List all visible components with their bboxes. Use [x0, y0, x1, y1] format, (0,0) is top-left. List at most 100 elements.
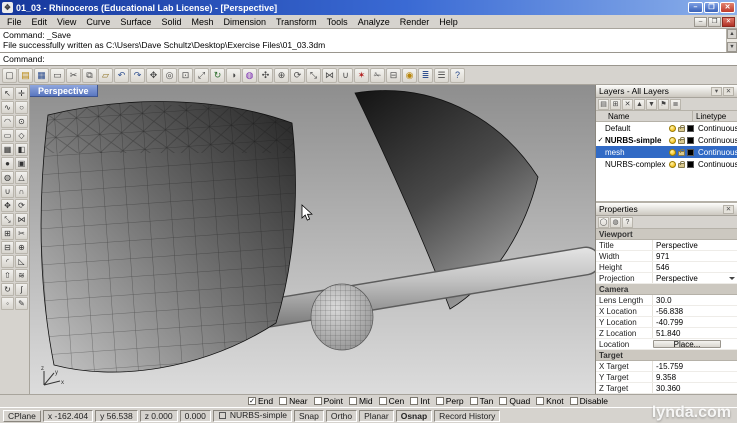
planar-toggle[interactable]: Planar: [359, 410, 394, 422]
layer-visibility-icon[interactable]: [669, 161, 676, 168]
maximize-button[interactable]: ❐: [704, 2, 719, 13]
layer-name[interactable]: NURBS-complex: [605, 160, 668, 169]
layer-lock-icon[interactable]: [678, 139, 685, 144]
move-up-icon[interactable]: ▲: [634, 99, 645, 110]
mirror-object-icon[interactable]: ⋈: [15, 213, 28, 226]
move-down-icon[interactable]: ▼: [646, 99, 657, 110]
point-icon[interactable]: ✛: [15, 87, 28, 100]
osnap-knot-checkbox[interactable]: Knot: [536, 396, 564, 406]
layer-tools-icon[interactable]: ≣: [670, 99, 681, 110]
rotate-object-icon[interactable]: ⟳: [290, 68, 305, 83]
layer-color-swatch[interactable]: [687, 137, 694, 144]
object-properties-icon[interactable]: ◯: [598, 217, 609, 228]
property-value[interactable]: 51.840: [652, 328, 737, 338]
help-icon[interactable]: ?: [450, 68, 465, 83]
shade-icon[interactable]: ◑: [226, 68, 241, 83]
trim-icon[interactable]: ✁: [370, 68, 385, 83]
surface-icon[interactable]: ▦: [1, 143, 14, 156]
osnap-perp-checkbox[interactable]: Perp: [436, 396, 464, 406]
checkbox-box[interactable]: [436, 397, 444, 405]
menu-item[interactable]: Solid: [156, 16, 186, 28]
property-value[interactable]: 30.0: [652, 295, 737, 305]
ortho-toggle[interactable]: Ortho: [326, 410, 357, 422]
mesh-surface[interactable]: [38, 102, 300, 373]
layer-lock-icon[interactable]: [678, 127, 685, 132]
ellipse-icon[interactable]: ⊙: [15, 115, 28, 128]
osnap-toggle[interactable]: Osnap: [396, 410, 432, 422]
rotate-view-icon[interactable]: ↻: [210, 68, 225, 83]
new-layer-icon[interactable]: ▤: [598, 99, 609, 110]
cone-icon[interactable]: △: [15, 171, 28, 184]
chamfer-icon[interactable]: ◺: [15, 255, 28, 268]
revolve-icon[interactable]: ↻: [1, 283, 14, 296]
copy-object-icon[interactable]: ⊕: [274, 68, 289, 83]
scroll-down-icon[interactable]: ▼: [727, 42, 737, 52]
cut-icon[interactable]: ✂: [66, 68, 81, 83]
scale-icon[interactable]: ⤡: [306, 68, 321, 83]
paste-icon[interactable]: ▱: [98, 68, 113, 83]
open-file-icon[interactable]: ▤: [18, 68, 33, 83]
properties-close-icon[interactable]: ✕: [723, 205, 734, 214]
render-icon[interactable]: ◍: [242, 68, 257, 83]
object-snap-icon[interactable]: ◉: [402, 68, 417, 83]
explode-icon[interactable]: ✶: [354, 68, 369, 83]
property-value[interactable]: Perspective: [652, 240, 737, 250]
layer-linetype[interactable]: Continuous: [695, 160, 737, 169]
osnap-point-checkbox[interactable]: Point: [314, 396, 343, 406]
menu-item[interactable]: Help: [434, 16, 463, 28]
snap-toggle[interactable]: Snap: [294, 410, 324, 422]
layer-row[interactable]: Default Continuous: [596, 122, 737, 134]
property-value[interactable]: -15.759: [652, 361, 737, 371]
layers-menu-icon[interactable]: ▾: [711, 87, 722, 96]
layer-linetype[interactable]: Continuous: [695, 124, 737, 133]
osnap-near-checkbox[interactable]: Near: [279, 396, 307, 406]
zoom-dynamic-icon[interactable]: ◎: [162, 68, 177, 83]
filter-icon[interactable]: ⚑: [658, 99, 669, 110]
checkbox-box[interactable]: [314, 397, 322, 405]
layer-lock-icon[interactable]: [678, 151, 685, 156]
menu-item[interactable]: View: [52, 16, 81, 28]
menu-item[interactable]: Transform: [271, 16, 322, 28]
properties-icon[interactable]: ☰: [434, 68, 449, 83]
layer-linetype[interactable]: Continuous: [695, 148, 737, 157]
save-icon[interactable]: ▦: [34, 68, 49, 83]
property-value[interactable]: 30.360: [652, 383, 737, 393]
property-value[interactable]: 546: [652, 262, 737, 272]
print-icon[interactable]: ▭: [50, 68, 65, 83]
checkbox-box[interactable]: [536, 397, 544, 405]
plane-icon[interactable]: ◧: [15, 143, 28, 156]
box-icon[interactable]: ▣: [15, 157, 28, 170]
close-button[interactable]: ✕: [720, 2, 735, 13]
layers-icon[interactable]: ≣: [418, 68, 433, 83]
osnap-tan-checkbox[interactable]: Tan: [470, 396, 494, 406]
fillet-icon[interactable]: ◜: [1, 255, 14, 268]
checkbox-box[interactable]: [349, 397, 357, 405]
record-history-toggle[interactable]: Record History: [434, 410, 500, 422]
trim-curve-icon[interactable]: ✂: [15, 227, 28, 240]
sweep-icon[interactable]: ∫: [15, 283, 28, 296]
command-history-scrollbar[interactable]: ▲ ▼: [726, 29, 737, 52]
rotate-icon[interactable]: ⟳: [15, 199, 28, 212]
mesh-sphere[interactable]: [311, 284, 373, 350]
checkbox-box[interactable]: [379, 397, 387, 405]
join-icon[interactable]: ∪: [338, 68, 353, 83]
split-object-icon[interactable]: ⊟: [1, 241, 14, 254]
property-value[interactable]: -40.799: [652, 317, 737, 327]
rectangle-icon[interactable]: ▭: [1, 129, 14, 142]
cplane-button[interactable]: CPlane: [3, 410, 41, 422]
menu-item[interactable]: Analyze: [353, 16, 395, 28]
layer-color-swatch[interactable]: [687, 149, 694, 156]
new-file-icon[interactable]: ▢: [2, 68, 17, 83]
curve-icon[interactable]: ∿: [1, 101, 14, 114]
move-icon[interactable]: ✣: [258, 68, 273, 83]
menu-item[interactable]: Curve: [81, 16, 115, 28]
new-sublayer-icon[interactable]: ⊞: [610, 99, 621, 110]
menu-item[interactable]: Edit: [27, 16, 53, 28]
osnap-mid-checkbox[interactable]: Mid: [349, 396, 373, 406]
cylinder-icon[interactable]: ◍: [1, 171, 14, 184]
layer-current-check[interactable]: ✓: [596, 136, 605, 144]
layers-close-icon[interactable]: ✕: [723, 87, 734, 96]
scale-object-icon[interactable]: ⤡: [1, 213, 14, 226]
command-input[interactable]: Command:: [0, 53, 737, 66]
zoom-window-icon[interactable]: ⊡: [178, 68, 193, 83]
